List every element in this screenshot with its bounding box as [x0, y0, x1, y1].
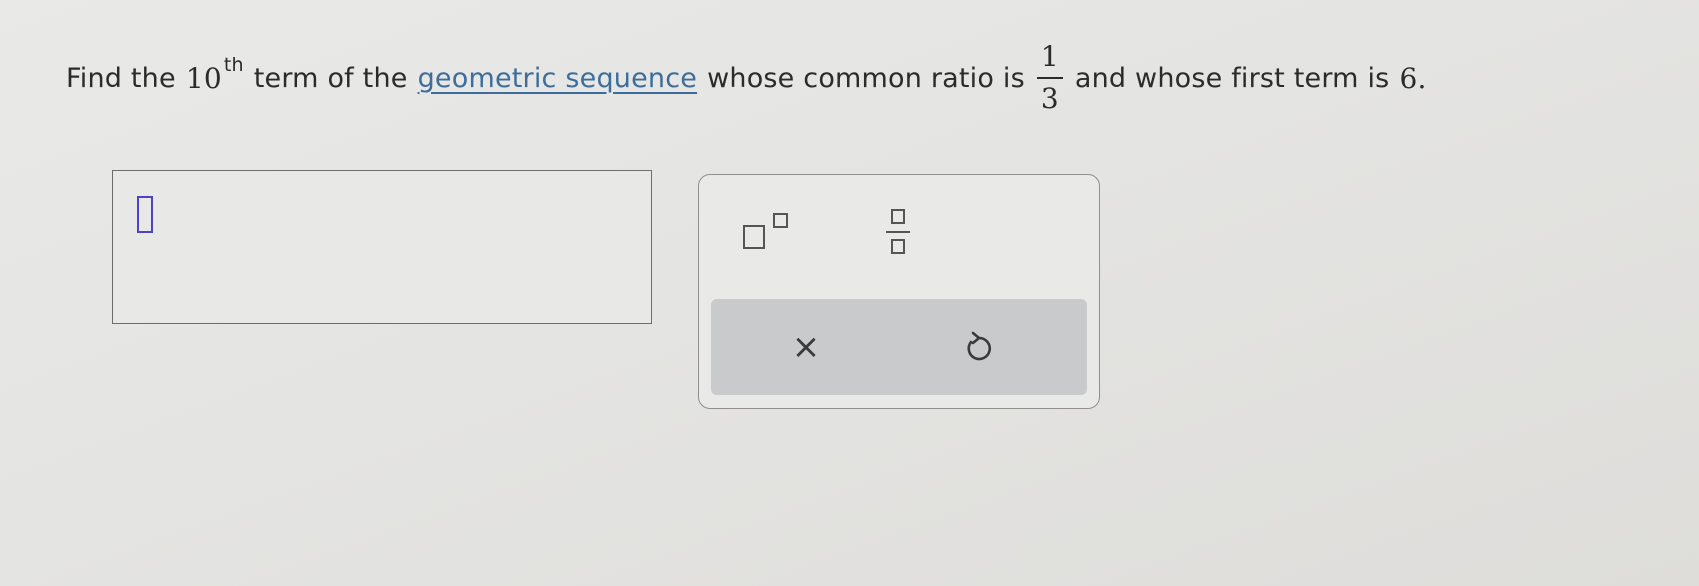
fraction-button[interactable]	[879, 201, 939, 267]
math-keypad: ×	[698, 174, 1100, 409]
exponent-base-box-icon	[743, 225, 765, 249]
question-term-label: term of the	[253, 62, 408, 94]
fraction-numerator-box-icon	[891, 209, 905, 224]
clear-icon: ×	[791, 327, 821, 367]
question-first-term-label: and whose first term is	[1074, 62, 1390, 94]
geometric-sequence-link[interactable]: geometric sequence	[418, 63, 698, 94]
undo-button[interactable]	[924, 299, 1034, 395]
fraction-bar	[1036, 77, 1063, 79]
exponent-button[interactable]	[743, 205, 813, 261]
question-ratio-label: whose common ratio is	[707, 62, 1025, 94]
input-cursor-placeholder	[137, 196, 153, 233]
fraction-denominator-box-icon	[891, 239, 905, 254]
ordinal-suffix: th	[223, 54, 244, 76]
answer-input[interactable]	[112, 170, 652, 324]
ratio-denominator: 3	[1040, 82, 1059, 115]
question-find-label: Find the	[66, 62, 176, 94]
fraction-line-icon	[886, 231, 910, 233]
question-text: Find the 10 th term of the geometric seq…	[66, 38, 1427, 118]
keypad-action-bar: ×	[711, 299, 1087, 395]
ratio-numerator: 1	[1040, 40, 1059, 73]
ratio-fraction: 1 3	[1036, 39, 1063, 117]
undo-icon	[967, 331, 991, 361]
first-term-value: 6.	[1399, 61, 1427, 95]
clear-button[interactable]: ×	[751, 299, 861, 395]
exponent-power-box-icon	[773, 213, 788, 228]
ordinal-number: 10	[185, 61, 222, 95]
